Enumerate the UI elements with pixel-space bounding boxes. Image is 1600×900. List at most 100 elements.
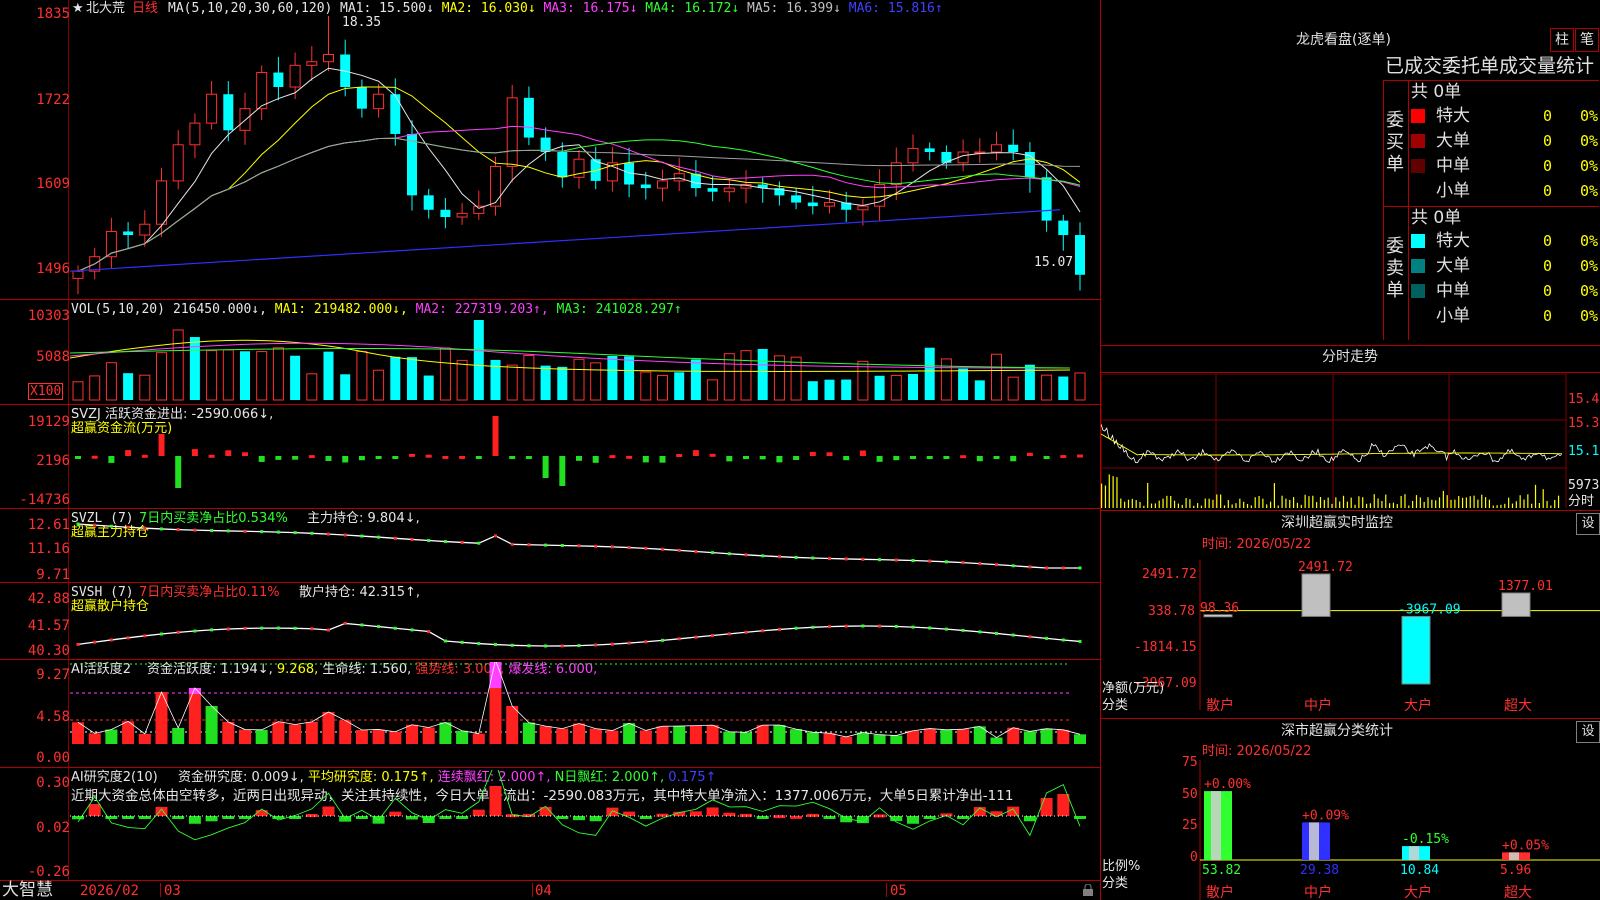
activity-bar bbox=[439, 722, 452, 744]
research-bar bbox=[573, 816, 585, 821]
fund-flow-bar bbox=[676, 454, 683, 458]
sz-monitor-settings-button[interactable]: 设 bbox=[1576, 513, 1600, 535]
holding-dot bbox=[627, 546, 631, 550]
research-line bbox=[77, 770, 1081, 841]
holding-dot bbox=[460, 640, 464, 644]
fund-flow-bar bbox=[509, 456, 516, 459]
holding-dot bbox=[93, 640, 97, 644]
intraday-volume-bar bbox=[1377, 498, 1379, 508]
order-row-pct: 0% bbox=[1580, 282, 1599, 300]
fund-flow-bar bbox=[375, 456, 382, 459]
indicator-value: MA3: 241028.297↑ bbox=[556, 302, 682, 317]
intraday-volume-bar bbox=[1231, 504, 1233, 508]
intraday-volume-bar bbox=[1339, 501, 1341, 508]
intraday-volume-bar bbox=[1354, 504, 1356, 508]
activity-bar bbox=[740, 732, 752, 744]
column-view-button[interactable]: 柱 bbox=[1550, 28, 1574, 52]
intraday-volume-bar bbox=[1458, 496, 1460, 508]
ai-activity-chart[interactable]: ↓↓ bbox=[70, 662, 1100, 766]
candle-body-down bbox=[924, 148, 935, 152]
activity-bar bbox=[589, 728, 602, 744]
holding-dot bbox=[894, 624, 898, 628]
period-label[interactable]: 日线 bbox=[132, 1, 158, 16]
fund-flow-bar bbox=[926, 456, 933, 459]
tick-view-button[interactable]: 笔 bbox=[1575, 28, 1599, 52]
research-bar bbox=[138, 816, 151, 819]
holding-dot bbox=[360, 534, 364, 538]
activity-bar bbox=[706, 725, 719, 744]
volume-bar bbox=[323, 351, 334, 400]
activity-bar bbox=[289, 724, 302, 744]
research-bar bbox=[88, 804, 101, 816]
intraday-volume-bar bbox=[1104, 485, 1107, 508]
main-holding-chart[interactable] bbox=[70, 510, 1100, 582]
intraday-volume-bar bbox=[1358, 496, 1360, 508]
volume-bar bbox=[89, 375, 101, 401]
candle-body-up bbox=[172, 144, 184, 182]
intraday-volume-bar bbox=[1319, 496, 1322, 508]
holding-dot bbox=[1011, 564, 1015, 568]
holding-dot bbox=[527, 644, 531, 648]
holding-dot bbox=[995, 631, 998, 635]
volume-bar bbox=[640, 371, 652, 401]
intraday-volume-bar bbox=[1304, 494, 1306, 508]
activity-bar bbox=[372, 729, 385, 744]
holding-dot bbox=[828, 625, 831, 629]
buy-side-label: 委买单 bbox=[1386, 110, 1404, 175]
vol-y-tick: 5088 bbox=[36, 349, 70, 365]
stats-value-label: 53.82 bbox=[1202, 863, 1241, 878]
intraday-volume-bar bbox=[1477, 499, 1479, 508]
holding-dot bbox=[460, 540, 464, 544]
sz-stats-chart[interactable]: +0.00% 53.82 散户 +0.09% 29.38 中户 -0.15% 10.84 大户 +… bbox=[1100, 760, 1600, 900]
holding-dot bbox=[527, 543, 531, 547]
sz-monitor-chart[interactable]: 98.36 散户 2491.72 中户 -3967.09 大户 1377.01 超大 bbox=[1100, 560, 1600, 716]
svzj-y-tick: 19129 bbox=[27, 414, 70, 430]
holding-dot bbox=[377, 625, 381, 629]
intraday-volume-bar bbox=[1396, 504, 1398, 508]
research-bar bbox=[823, 816, 836, 819]
holding-dot bbox=[761, 629, 765, 633]
intraday-volume-bar bbox=[1373, 494, 1375, 508]
candle-body-down bbox=[356, 87, 367, 109]
ai-research-chart[interactable] bbox=[70, 770, 1100, 878]
holding-dot bbox=[677, 637, 681, 641]
fund-flow-chart[interactable] bbox=[70, 410, 1100, 506]
order-row-label: 大单 bbox=[1436, 256, 1470, 276]
activity-bar bbox=[556, 728, 569, 744]
sell-total: 共 0单 bbox=[1411, 208, 1462, 228]
volume-bar bbox=[674, 372, 685, 400]
brand-logo[interactable]: 大智慧 bbox=[2, 881, 53, 900]
stock-name[interactable]: 北大荒 bbox=[86, 1, 125, 16]
candlestick-chart[interactable] bbox=[70, 16, 1100, 296]
volume-bar bbox=[807, 381, 818, 400]
volume-bar bbox=[974, 380, 985, 400]
activity-bar bbox=[355, 730, 368, 744]
sz-stats-settings-button[interactable]: 设 bbox=[1576, 721, 1600, 743]
intraday-volume-bar bbox=[1435, 500, 1437, 508]
order-row-label: 中单 bbox=[1436, 281, 1470, 301]
retail-holding-chart[interactable] bbox=[70, 584, 1100, 658]
volume-chart[interactable] bbox=[70, 318, 1100, 402]
sz-net-bar bbox=[1501, 592, 1531, 617]
holding-dot bbox=[777, 627, 781, 631]
fund-flow-bar bbox=[358, 456, 365, 461]
intraday-volume-bar bbox=[1200, 505, 1203, 508]
fund-flow-bar bbox=[175, 456, 182, 488]
volume-bar bbox=[256, 351, 268, 401]
holding-dot bbox=[343, 533, 347, 537]
order-color-swatch bbox=[1411, 234, 1425, 248]
intraday-volume-bar bbox=[1542, 489, 1544, 508]
volume-bar bbox=[423, 375, 434, 400]
lock-icon[interactable] bbox=[1082, 884, 1094, 896]
holding-dot bbox=[243, 529, 247, 533]
candle-body-down bbox=[1058, 220, 1069, 236]
intraday-volume-bar bbox=[1381, 500, 1383, 508]
volume-bar bbox=[940, 358, 952, 401]
holding-dot bbox=[594, 643, 598, 647]
activity-bar bbox=[890, 735, 903, 744]
holding-dot bbox=[844, 557, 848, 561]
intraday-chart[interactable] bbox=[1101, 374, 1567, 508]
buy-total: 共 0单 bbox=[1411, 82, 1462, 102]
intraday-volume-bar bbox=[1177, 503, 1179, 508]
volume-bar bbox=[272, 347, 284, 401]
